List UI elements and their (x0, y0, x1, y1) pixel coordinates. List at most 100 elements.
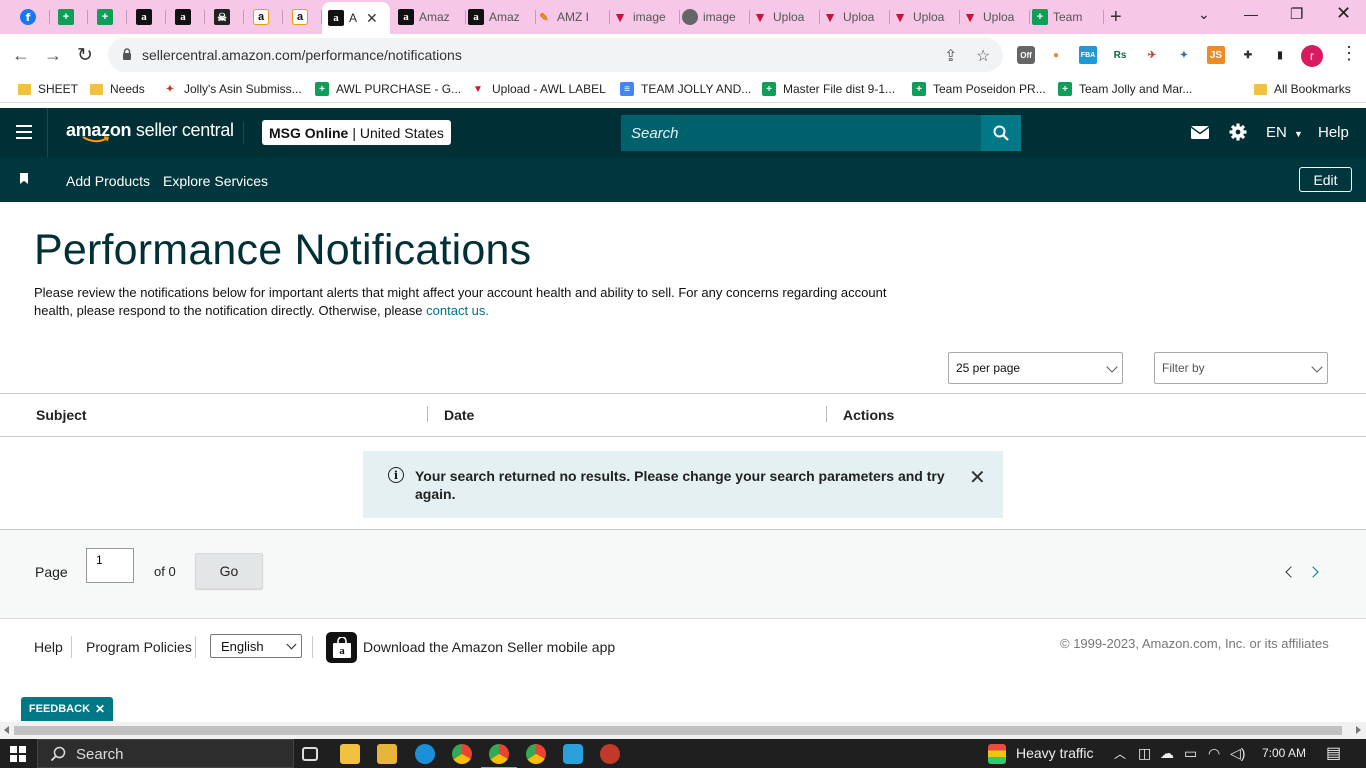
orange-extension-icon[interactable]: ● (1047, 46, 1065, 64)
browser-tab[interactable]: a Amaz (468, 4, 536, 30)
download-app-link[interactable]: Download the Amazon Seller mobile app (363, 639, 615, 655)
bookmark-item[interactable]: ≡ TEAM JOLLY AND... (620, 82, 751, 96)
js-extension-icon[interactable]: JS (1207, 46, 1225, 64)
helium-extension-icon[interactable]: ✦ (1175, 46, 1193, 64)
share-icon[interactable]: ⇪ (944, 46, 957, 66)
search-button[interactable] (981, 115, 1021, 151)
browser-tab[interactable]: ✎ AMZ I (536, 4, 610, 30)
all-bookmarks-folder[interactable]: All Bookmarks (1254, 82, 1351, 96)
browser-tab[interactable]: f (20, 4, 50, 30)
chrome-icon[interactable] (481, 744, 517, 768)
back-arrow-icon[interactable]: ← (12, 45, 30, 66)
help-link[interactable]: Help (1318, 124, 1349, 141)
bookmark-item[interactable]: + Master File dist 9-1... (762, 82, 895, 96)
bookmark-item[interactable]: ▼ Upload - AWL LABEL (471, 82, 606, 96)
scrollbar-thumb[interactable] (14, 726, 1342, 735)
cloud-icon[interactable]: ☁ (1160, 745, 1174, 762)
browser-tab[interactable]: ▼ image (612, 4, 680, 30)
profile-avatar[interactable]: r (1301, 45, 1323, 67)
contact-us-link[interactable]: contact us. (426, 303, 489, 318)
chrome-menu-icon[interactable]: ⋮ (1340, 43, 1358, 64)
browser-tab[interactable]: ▼ Uploa (962, 4, 1030, 30)
forward-arrow-icon[interactable]: → (44, 45, 62, 66)
bookmark-item[interactable]: Needs (90, 82, 145, 96)
browser-tab[interactable]: ▼ Uploa (752, 4, 820, 30)
notifications-icon[interactable]: ▤ (1326, 743, 1341, 763)
chrome-icon[interactable] (526, 744, 546, 764)
puzzle-icon[interactable]: ✚ (1239, 46, 1257, 64)
browser-tab[interactable]: a (175, 4, 205, 30)
horizontal-scrollbar[interactable] (0, 722, 1366, 739)
bookmark-star-icon[interactable]: ☆ (976, 46, 990, 66)
column-date[interactable]: Date (444, 407, 474, 423)
next-page-icon[interactable] (1307, 566, 1319, 578)
browser-tab[interactable]: a (253, 4, 283, 30)
browser-tab[interactable]: a (136, 4, 166, 30)
browser-tab[interactable]: a A ✕ (322, 2, 390, 34)
minimize-button[interactable]: — (1244, 6, 1258, 22)
app-icon[interactable] (600, 744, 620, 764)
edge-icon[interactable] (415, 744, 435, 764)
close-alert-icon[interactable]: ✕ (969, 465, 986, 490)
traffic-status[interactable]: Heavy traffic (1016, 745, 1094, 761)
page-number-input[interactable] (86, 548, 134, 583)
scroll-left-icon[interactable] (4, 726, 9, 734)
wifi-icon[interactable]: ◠ (1208, 745, 1220, 762)
edit-button[interactable]: Edit (1299, 167, 1352, 192)
microsoft-store-icon[interactable] (340, 744, 360, 764)
column-subject[interactable]: Subject (36, 407, 87, 423)
browser-tab[interactable]: a Amaz (398, 4, 466, 30)
meet-icon[interactable]: ◫ (1138, 745, 1151, 762)
browser-tab[interactable]: ▼ Uploa (892, 4, 960, 30)
reload-icon[interactable]: ↻ (77, 44, 93, 67)
seller-app-icon[interactable]: a (326, 632, 357, 663)
close-window-button[interactable]: ✕ (1336, 3, 1351, 24)
bookmark-item[interactable]: + Team Jolly and Mar... (1058, 82, 1192, 96)
fba-extension-icon[interactable]: FBA (1079, 46, 1097, 64)
settings-gear-icon[interactable] (1229, 123, 1247, 141)
bookmark-icon[interactable] (20, 173, 28, 184)
task-view-icon[interactable] (302, 747, 318, 761)
bookmark-item[interactable]: + Team Poseidon PR... (912, 82, 1046, 96)
sidepanel-icon[interactable]: ▮ (1271, 46, 1289, 64)
new-tab-button[interactable]: + (1110, 6, 1122, 29)
subnav-link[interactable]: Explore Services (163, 173, 268, 189)
scroll-right-icon[interactable] (1356, 726, 1361, 734)
volume-icon[interactable]: ◁) (1230, 745, 1245, 762)
close-tab-icon[interactable]: ✕ (366, 10, 378, 27)
program-policies-link[interactable]: Program Policies (86, 639, 192, 655)
browser-tab[interactable]: + Team (1032, 4, 1104, 30)
browser-tab[interactable]: ▼ Uploa (822, 4, 890, 30)
tab-search-icon[interactable]: ⌄ (1198, 6, 1210, 23)
bookmark-item[interactable]: + AWL PURCHASE - G... (315, 82, 461, 96)
chrome-icon[interactable] (452, 744, 472, 764)
footer-language-select[interactable]: English (210, 634, 302, 658)
feedback-button[interactable]: FEEDBACK ✕ (21, 697, 113, 721)
store-switcher[interactable]: MSG Online | United States (262, 120, 451, 145)
telegram-icon[interactable] (563, 744, 583, 764)
dhl-extension-icon[interactable]: ✈ (1143, 46, 1161, 64)
clock[interactable]: 7:00 AM (1262, 746, 1306, 760)
windows-start-icon[interactable] (10, 746, 26, 762)
mail-icon[interactable] (1191, 126, 1209, 139)
go-button[interactable]: Go (195, 553, 263, 589)
browser-tab[interactable]: image (682, 4, 750, 30)
bookmark-item[interactable]: SHEET (18, 82, 78, 96)
browser-tab[interactable]: + (58, 4, 88, 30)
hamburger-menu-icon[interactable] (16, 125, 32, 139)
rs-extension-icon[interactable]: Rs (1111, 46, 1129, 64)
restore-button[interactable]: ❐ (1290, 5, 1303, 23)
file-explorer-icon[interactable] (377, 744, 397, 764)
bookmark-item[interactable]: ✦ Jolly's Asin Submiss... (163, 82, 302, 96)
browser-tab[interactable]: ☠ (214, 4, 244, 30)
per-page-select[interactable]: 25 per page (948, 352, 1123, 384)
filter-select[interactable]: Filter by (1154, 352, 1328, 384)
subnav-link[interactable]: Add Products (66, 173, 150, 189)
address-bar[interactable]: sellercentral.amazon.com/performance/not… (108, 38, 1003, 72)
close-icon[interactable]: ✕ (95, 702, 105, 716)
browser-tab[interactable]: + (97, 4, 127, 30)
search-input[interactable] (621, 115, 981, 151)
language-selector[interactable]: EN ▼ (1266, 124, 1303, 141)
battery-icon[interactable]: ▭ (1184, 745, 1197, 762)
browser-tab[interactable]: a (292, 4, 322, 30)
